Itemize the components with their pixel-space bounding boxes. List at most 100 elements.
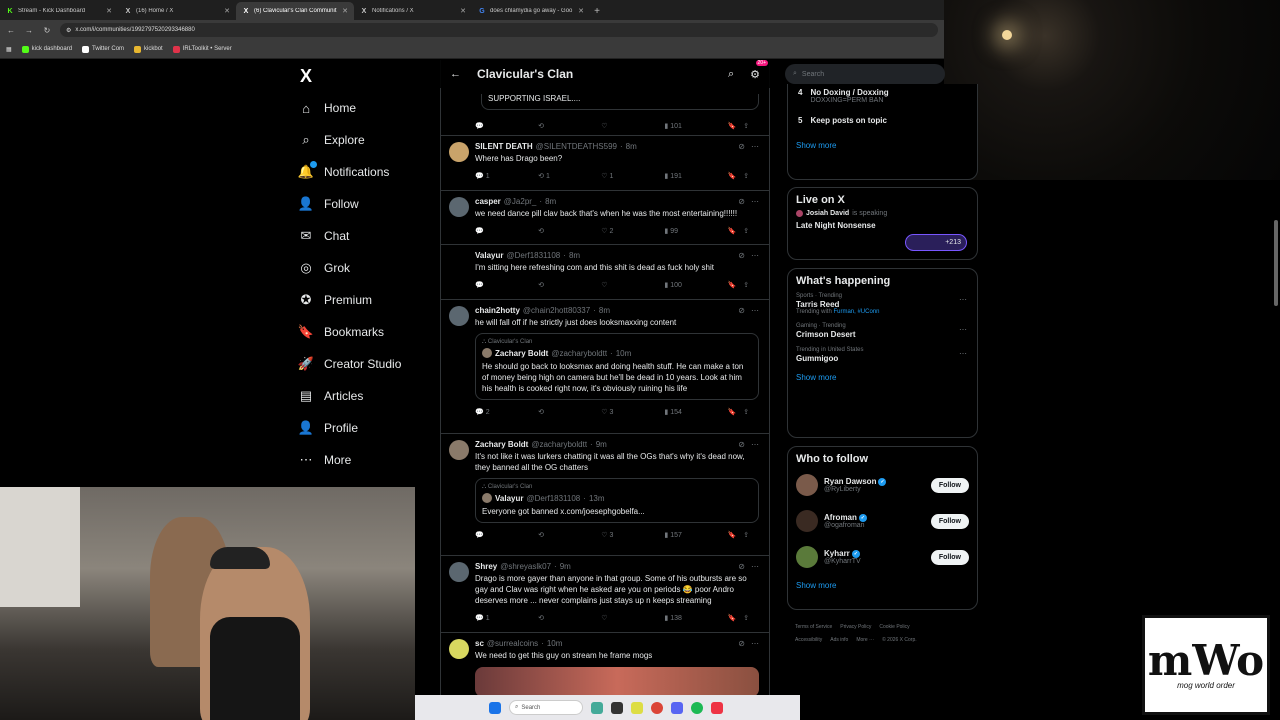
footer-link[interactable]: Privacy Policy	[840, 624, 871, 630]
post[interactable]: ⊘ ⋯ Zachary Boldt @zacharyboldtt · 9m It's not…	[441, 434, 769, 556]
windows-start-icon[interactable]	[489, 701, 501, 714]
grok-icon[interactable]: ⊘	[738, 562, 745, 571]
file-explorer-icon[interactable]	[631, 701, 643, 714]
grok-icon[interactable]: ⊘	[738, 306, 745, 315]
bookmark-icon[interactable]: 🔖	[727, 408, 743, 416]
nav-item-grok[interactable]: ◎ Grok	[298, 260, 350, 276]
timestamp[interactable]: 8m	[599, 306, 610, 315]
share-icon[interactable]: ⇪	[743, 408, 759, 416]
trend-item[interactable]: Gaming · Trending Crimson Desert ⋯	[788, 319, 977, 343]
more-icon[interactable]: ⋯	[959, 295, 967, 304]
quoted-post[interactable]: ⛬ Clavicular's Clan Valayur @Derf1831108 · 1…	[475, 478, 759, 523]
views-icon[interactable]: ▮ 101	[664, 122, 727, 131]
show-more-link[interactable]: Show more	[788, 575, 977, 596]
avatar[interactable]	[449, 142, 469, 162]
share-icon[interactable]: ⇪	[743, 614, 759, 622]
back-icon[interactable]: ←	[6, 26, 16, 35]
show-more-link[interactable]: Show more	[788, 367, 977, 388]
post[interactable]: ⊘ ⋯ SILENT DEATH @SILENTDEATHS599 · 8m Where h…	[441, 136, 769, 191]
reply-button[interactable]: 💬 1	[475, 172, 538, 181]
browser-tab-active[interactable]: X (6) Clavicular's Clan Communit ✕	[236, 2, 354, 20]
search-icon[interactable]: ⌕	[728, 68, 734, 81]
taskbar-search[interactable]: ⌕ Search	[509, 700, 583, 715]
like-button[interactable]: ♡ 1	[601, 172, 664, 181]
like-button[interactable]: ♡ 3	[601, 531, 664, 540]
follow-button[interactable]: Follow	[930, 513, 969, 529]
like-button[interactable]: ♡ 2	[601, 227, 664, 236]
timestamp[interactable]: 8m	[626, 142, 637, 151]
reload-icon[interactable]: ↻	[42, 26, 52, 35]
show-more-link[interactable]: Show more	[788, 135, 977, 156]
more-icon[interactable]: ⋯	[959, 325, 967, 334]
bookmark-icon[interactable]: 🔖	[727, 227, 743, 235]
author-handle[interactable]: @Derf1831108	[506, 251, 560, 260]
new-tab-button[interactable]: +	[590, 2, 604, 20]
views-button[interactable]: ▮ 99	[664, 227, 727, 236]
reply-button[interactable]: 💬	[475, 227, 538, 235]
share-icon[interactable]: ⇪	[743, 281, 759, 289]
author-name[interactable]: SILENT DEATH	[475, 142, 533, 151]
follow-suggestion[interactable]: Ryan Dawson ✓ @RyLiberty Follow	[788, 467, 977, 503]
nav-item-home[interactable]: ⌂ Home	[298, 100, 356, 116]
bookmark-icon[interactable]: 🔖	[727, 531, 743, 539]
post[interactable]: SUPPORTING ISRAEL.... 💬 ⟲ ♡ ▮ 101 🔖 ⇪	[441, 88, 769, 136]
more-icon[interactable]: ⋯	[751, 197, 759, 206]
repost-button[interactable]: ⟲	[538, 227, 601, 235]
repost-button[interactable]: ⟲	[538, 614, 601, 622]
like-button[interactable]: ♡	[601, 281, 664, 289]
quoted-post[interactable]: ⛬ Clavicular's Clan Zachary Boldt @zachary…	[475, 333, 759, 400]
avatar[interactable]	[449, 440, 469, 460]
avatar[interactable]	[449, 251, 469, 271]
bookmark[interactable]: kickbot	[134, 45, 163, 53]
browser-tab[interactable]: K Stream - Kick Dashboard ✕	[0, 2, 118, 20]
repost-button[interactable]: ⟲ 1	[538, 172, 601, 181]
like-icon[interactable]: ♡	[601, 122, 664, 130]
discord-icon[interactable]	[671, 701, 683, 714]
bookmark-icon[interactable]: 🔖	[727, 281, 743, 289]
follow-suggestion[interactable]: Afroman ✓ @ogafroman Follow	[788, 503, 977, 539]
timestamp[interactable]: 9m	[596, 440, 607, 449]
reply-button[interactable]: 💬	[475, 281, 538, 289]
avatar[interactable]	[449, 306, 469, 326]
grok-icon[interactable]: ⊘	[738, 440, 745, 449]
author-handle[interactable]: @SILENTDEATHS599	[536, 142, 617, 151]
post[interactable]: ⊘ ⋯ casper @Ja2pr_ · 8m we need dance pill cla…	[441, 191, 769, 245]
author-handle[interactable]: @zacharyboldtt	[531, 440, 587, 449]
bookmark[interactable]: kick dashboard	[21, 45, 72, 53]
author-name[interactable]: casper	[475, 197, 501, 206]
footer-link[interactable]: Cookie Policy	[879, 624, 909, 630]
grok-icon[interactable]: ⊘	[738, 142, 745, 151]
post[interactable]: ⊘ ⋯ Valayur @Derf1831108 · 8m I'm sitting here…	[441, 245, 769, 300]
trend-link[interactable]: Furman, #UConn	[833, 309, 879, 315]
views-button[interactable]: ▮ 100	[664, 281, 727, 290]
app-icon[interactable]	[711, 701, 723, 714]
share-icon[interactable]: ⇪	[743, 172, 759, 180]
browser-tab[interactable]: X Notifications / X ✕	[354, 2, 472, 20]
browser-tab[interactable]: Gdoes chlamydia go away - Goo ✕	[472, 2, 590, 20]
nav-item-chat[interactable]: ✉ Chat	[298, 228, 350, 244]
post[interactable]: ⊘ ⋯ sc @surrealcoins · 10m We need to get this…	[441, 633, 769, 703]
repost-button[interactable]: ⟲	[538, 531, 601, 539]
more-icon[interactable]: ⋯	[751, 440, 759, 449]
author-handle[interactable]: @shreyaslk07	[500, 562, 551, 571]
scrollbar[interactable]	[1272, 180, 1280, 320]
author-handle[interactable]: @chain2hott80337	[523, 306, 590, 315]
nav-item-profile[interactable]: 👤 Profile	[298, 420, 358, 436]
bookmark-icon[interactable]: 🔖	[727, 614, 743, 622]
timestamp[interactable]: 8m	[569, 251, 580, 260]
author-handle[interactable]: @surrealcoins	[487, 639, 538, 648]
footer-link[interactable]: More ···	[856, 637, 874, 643]
author-name[interactable]: Valayur	[475, 251, 503, 260]
views-button[interactable]: ▮ 154	[664, 408, 727, 417]
more-icon[interactable]: ⋯	[751, 639, 759, 648]
repost-button[interactable]: ⟲	[538, 281, 601, 289]
bookmark-icon[interactable]: 🔖	[727, 172, 743, 180]
author-name[interactable]: Zachary Boldt	[475, 440, 528, 449]
views-button[interactable]: ▮ 138	[664, 614, 727, 623]
nav-item-explore[interactable]: ⌕ Explore	[298, 132, 364, 148]
spotify-icon[interactable]	[691, 701, 703, 714]
share-icon[interactable]: ⇪	[743, 531, 759, 539]
more-icon[interactable]: ⋯	[751, 251, 759, 260]
close-icon[interactable]: ✕	[578, 7, 584, 15]
avatar[interactable]	[796, 474, 818, 496]
